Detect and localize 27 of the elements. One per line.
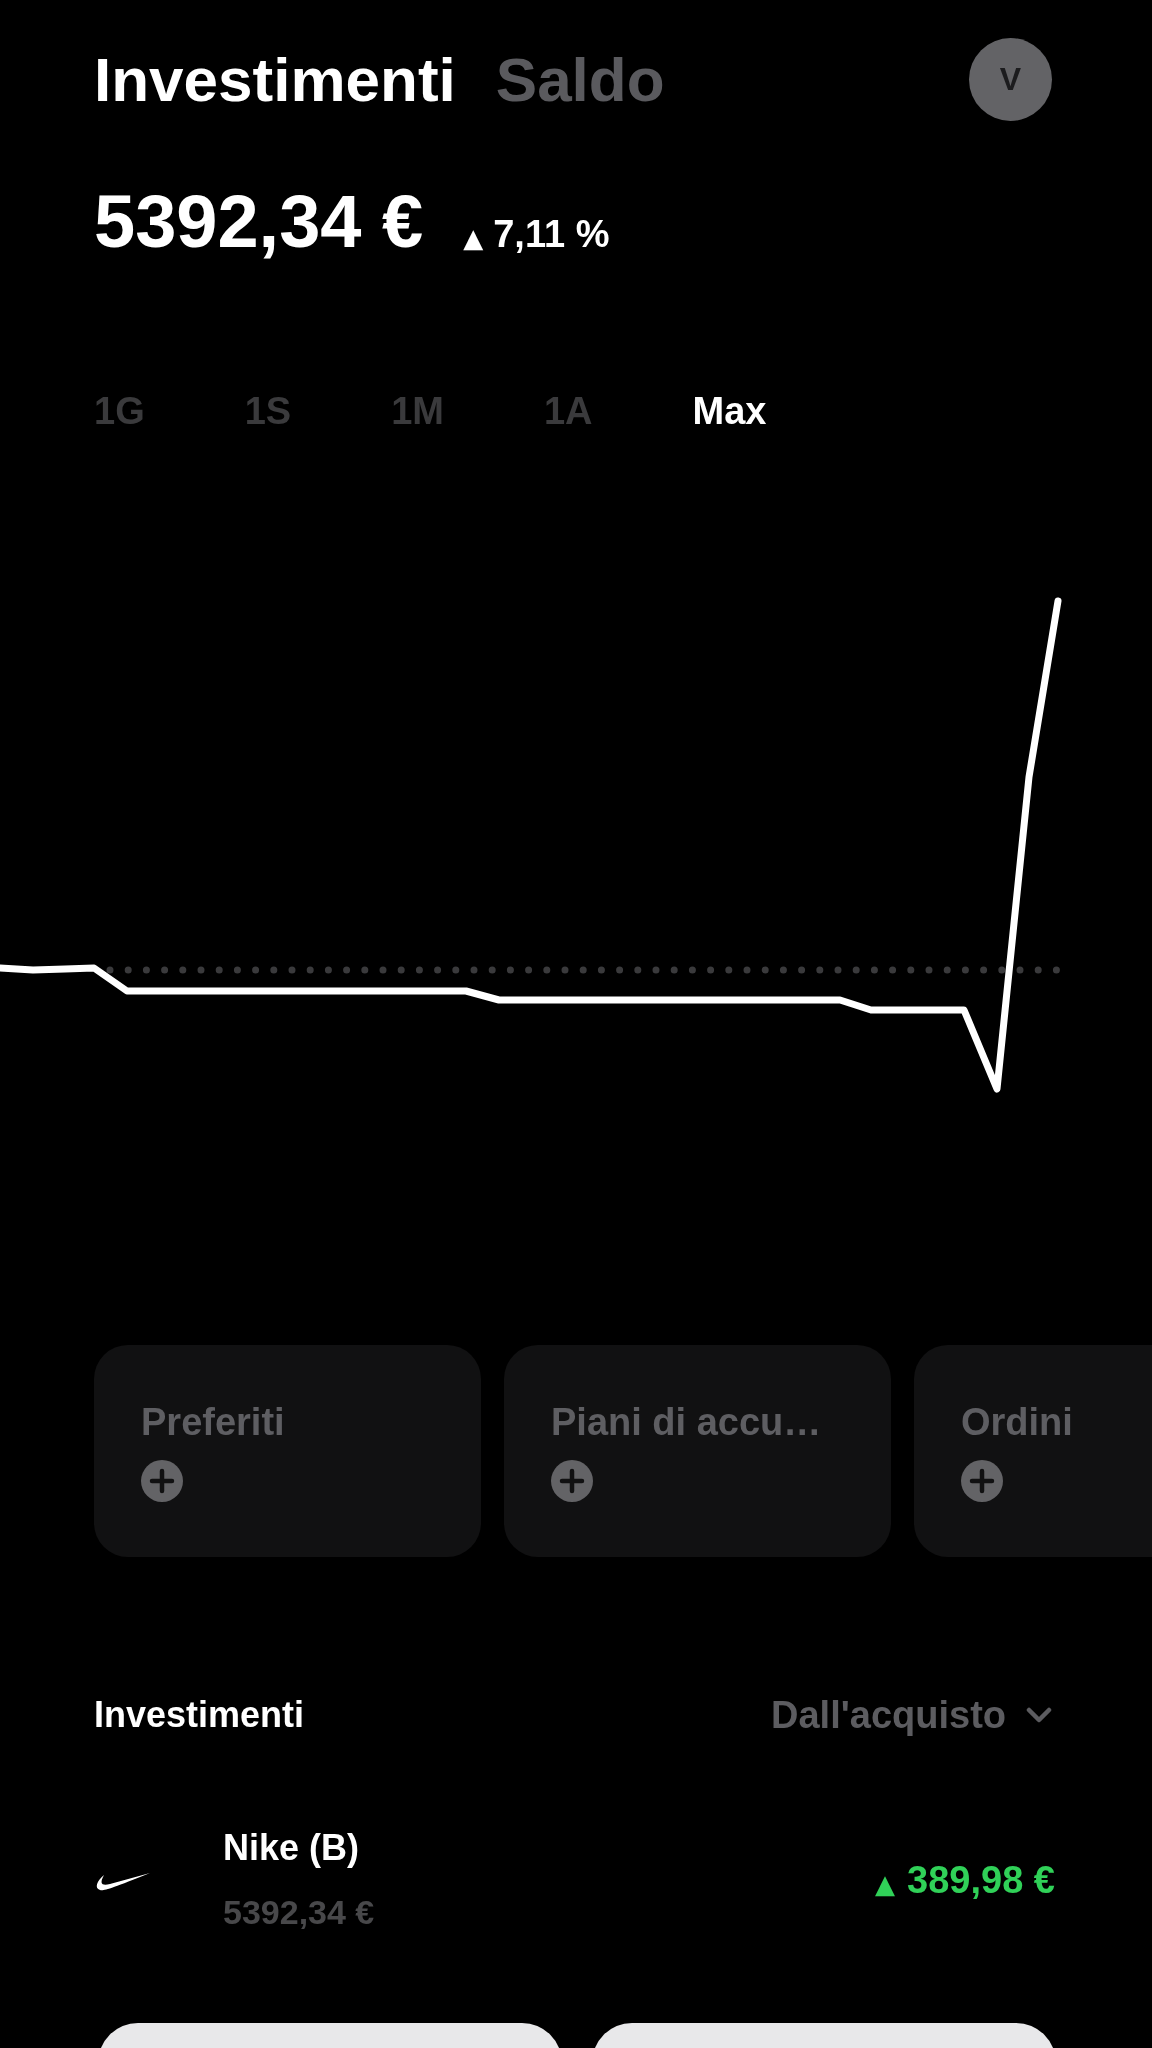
card-title: Piani di accu…	[551, 1400, 822, 1445]
holding-name: Nike (B)	[223, 1826, 360, 1870]
plus-icon[interactable]	[961, 1460, 1003, 1502]
trend-arrow: ▲	[463, 225, 484, 251]
range-tab[interactable]: Max	[692, 388, 767, 434]
card-title: Ordini	[961, 1400, 1073, 1445]
filter-dropdown[interactable]: Dall'acquisto	[771, 1692, 1052, 1738]
trend-arrow: ▲	[875, 1870, 896, 1897]
avatar[interactable]: V	[969, 38, 1052, 121]
card-title: Preferiti	[141, 1400, 285, 1445]
holding-gain: 389,98 €	[907, 1857, 1055, 1903]
range-tab[interactable]: 1S	[244, 388, 292, 434]
section-title: Investimenti	[94, 1693, 305, 1737]
plus-icon[interactable]	[551, 1460, 593, 1502]
title-tab[interactable]: Saldo	[495, 43, 665, 116]
shortcut-card[interactable]: Piani di accu…	[504, 1345, 891, 1557]
holding-value: 5392,34 €	[223, 1892, 375, 1933]
portfolio-total: 5392,34 €	[94, 184, 424, 260]
shortcut-card[interactable]: Preferiti	[94, 1345, 481, 1557]
shortcut-card[interactable]: Ordini	[914, 1345, 1152, 1557]
chevron-down-icon	[1026, 1707, 1052, 1723]
change-percent: 7,11 %	[493, 212, 610, 256]
title-tab[interactable]: Investimenti	[94, 43, 456, 116]
range-tab[interactable]: 1G	[94, 388, 145, 434]
range-tab[interactable]: 1M	[391, 388, 444, 434]
plus-icon[interactable]	[141, 1460, 183, 1502]
range-tab[interactable]: 1A	[544, 388, 593, 434]
